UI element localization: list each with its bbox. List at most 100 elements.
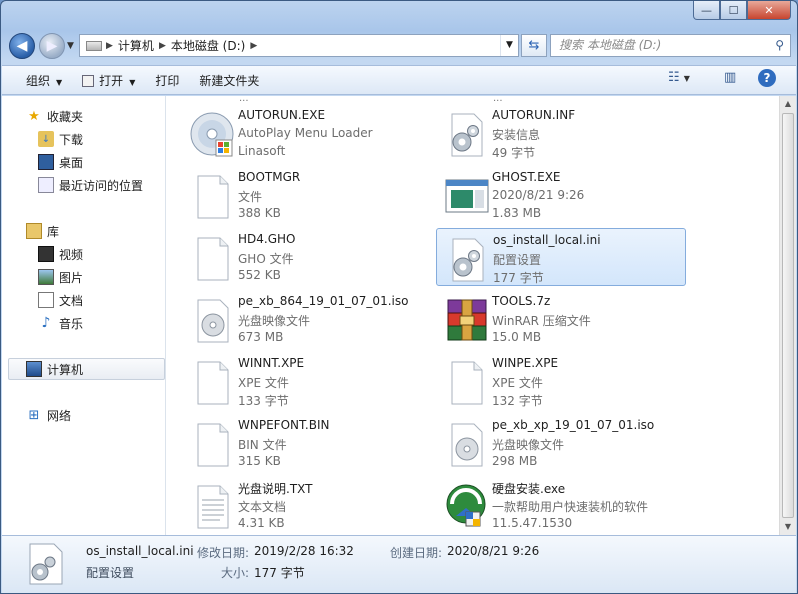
content-area: ★ 收藏夹 ↓ 下载 桌面 最近访问的位置 库 视频 图片 文档 ♪ 音乐 计算机 ⊞… (2, 96, 796, 535)
nav-desktop-label: 桌面 (59, 155, 84, 170)
nav-music[interactable]: ♪ 音乐 (38, 313, 83, 333)
application-window-icon (445, 179, 489, 213)
refresh-button[interactable]: ⇆ (521, 34, 547, 57)
file-size: 388 KB (238, 206, 281, 220)
details-modified-value: 2019/2/28 16:32 (254, 544, 354, 558)
blank-file-icon (197, 237, 229, 281)
forward-button[interactable]: ▶ (39, 33, 65, 59)
file-name: pe_xb_864_19_01_07_01.iso (238, 294, 409, 308)
address-bar[interactable]: ▶ 计算机 ▶ 本地磁盘 (D:) ▶ ▼ (79, 34, 519, 57)
minimize-button[interactable]: — (693, 1, 720, 20)
file-type: 安装信息 (492, 128, 541, 142)
text-file-icon (197, 485, 229, 529)
scroll-down-button[interactable]: ▼ (780, 519, 796, 535)
blank-file-icon (197, 175, 229, 219)
winrar-archive-icon (447, 299, 487, 341)
downloads-folder-icon: ↓ (38, 131, 54, 147)
new-folder-button[interactable]: 新建文件夹 (189, 72, 269, 89)
video-icon (38, 246, 54, 262)
address-dropdown[interactable]: ▼ (500, 35, 518, 56)
close-button[interactable]: ✕ (747, 1, 791, 20)
details-size-value: 177 字节 (254, 566, 305, 580)
print-button[interactable]: 打印 (145, 72, 189, 89)
nav-downloads[interactable]: ↓ 下载 (38, 129, 83, 149)
file-name: WINPE.XPE (492, 356, 559, 370)
file-type: 文本文档 (238, 500, 287, 514)
file-item[interactable]: WNPEFONT.BIN BIN 文件 315 KB (182, 414, 432, 472)
file-size: 298 MB (492, 454, 538, 468)
refresh-icon: ⇆ (528, 38, 540, 53)
file-item[interactable]: WINPE.XPE XPE 文件 132 字节 (436, 352, 686, 410)
vertical-scrollbar[interactable]: ▲ ▼ (779, 96, 796, 535)
nav-documents[interactable]: 文档 (38, 290, 83, 310)
file-name: AUTORUN.INF (492, 108, 576, 122)
file-item[interactable]: AUTORUN.EXE AutoPlay Menu Loader Linasoft (182, 104, 432, 162)
file-item[interactable]: pe_xb_xp_19_01_07_01.iso 光盘映像文件 298 MB (436, 414, 686, 472)
open-label: 打开 (99, 73, 124, 88)
scroll-thumb[interactable] (782, 113, 794, 518)
file-item[interactable]: 硬盘安装.exe 一款帮助用户快速装机的软件 11.5.47.1530 (436, 476, 686, 534)
breadcrumb-computer[interactable]: 计算机 (113, 37, 159, 54)
back-arrow-icon: ◀ (16, 38, 28, 54)
help-button[interactable]: ? (758, 69, 776, 91)
nav-network-label: 网络 (47, 408, 72, 423)
file-item[interactable]: BOOTMGR 文件 388 KB (182, 166, 432, 224)
maximize-button[interactable]: ☐ (720, 1, 747, 20)
file-name: GHOST.EXE (492, 170, 561, 184)
chevron-right-icon[interactable]: ▶ (106, 41, 113, 51)
search-placeholder: 搜索 本地磁盘 (D:) (559, 38, 662, 52)
details-file-name: os_install_local.ini (86, 544, 194, 558)
organize-menu[interactable]: 组织 ▼ (16, 72, 72, 89)
details-file-type: 配置设置 (86, 566, 135, 580)
details-pane: os_install_local.ini 配置设置 修改日期: 2019/2/2… (2, 535, 796, 593)
file-item[interactable]: os_install_local.ini 配置设置 177 字节 (436, 228, 686, 286)
nav-favorites[interactable]: ★ 收藏夹 (26, 106, 83, 126)
file-name: BOOTMGR (238, 170, 301, 184)
star-icon: ★ (28, 108, 40, 124)
breadcrumb-drive-d[interactable]: 本地磁盘 (D:) (166, 37, 250, 54)
file-name: 硬盘安装.exe (492, 482, 566, 496)
search-icon[interactable]: ⚲ (775, 35, 784, 56)
file-item[interactable]: AUTORUN.INF 安装信息 49 字节 (436, 104, 686, 162)
documents-icon (38, 292, 54, 308)
back-button[interactable]: ◀ (9, 33, 35, 59)
scroll-up-button[interactable]: ▲ (780, 96, 796, 112)
view-options-button[interactable]: ☷ ▼ (668, 70, 690, 92)
file-size: 133 字节 (238, 394, 289, 408)
chevron-down-icon: ▼ (683, 74, 690, 83)
open-button[interactable]: 打开 ▼ (72, 72, 145, 89)
file-item[interactable]: HD4.GHO GHO 文件 552 KB (182, 228, 432, 286)
nav-videos[interactable]: 视频 (38, 244, 83, 264)
file-type: 文件 (238, 190, 263, 204)
nav-pictures[interactable]: 图片 (38, 267, 83, 287)
file-list: ··· ··· AUTORUN.EXE AutoPlay Menu Loader L… (167, 96, 779, 535)
file-item[interactable]: pe_xb_864_19_01_07_01.iso 光盘映像文件 673 MB (182, 290, 432, 348)
nav-recent-places[interactable]: 最近访问的位置 (38, 175, 143, 195)
file-item[interactable]: WINNT.XPE XPE 文件 133 字节 (182, 352, 432, 410)
file-size: 177 字节 (493, 271, 544, 285)
chevron-down-icon: ▼ (56, 77, 63, 87)
desktop-icon (38, 154, 54, 170)
chevron-down-icon: ▼ (129, 77, 136, 87)
search-input[interactable]: 搜索 本地磁盘 (D:) ⚲ (550, 34, 791, 57)
view-icon: ☷ (668, 70, 680, 85)
nav-libraries[interactable]: 库 (26, 221, 59, 241)
chevron-right-icon[interactable]: ▶ (250, 41, 257, 51)
nav-desktop[interactable]: 桌面 (38, 152, 83, 172)
pictures-icon (38, 269, 54, 285)
navigation-pane: ★ 收藏夹 ↓ 下载 桌面 最近访问的位置 库 视频 图片 文档 ♪ 音乐 计算机 ⊞… (2, 96, 166, 535)
recent-pages-dropdown[interactable]: ▼ (67, 41, 74, 51)
settings-file-icon (452, 238, 484, 282)
preview-pane-button[interactable]: ▥ (724, 70, 736, 92)
file-item[interactable]: 光盘说明.TXT 文本文档 4.31 KB (182, 476, 432, 534)
file-item[interactable]: TOOLS.7z WinRAR 压缩文件 15.0 MB (436, 290, 686, 348)
caption-buttons: — ☐ ✕ (693, 1, 791, 20)
nav-network[interactable]: ⊞ 网络 (26, 405, 71, 425)
chevron-right-icon[interactable]: ▶ (159, 41, 166, 51)
autoplay-disc-icon (190, 112, 234, 157)
nav-computer[interactable]: 计算机 (26, 359, 83, 379)
nav-computer-label: 计算机 (47, 362, 84, 377)
command-bar: 组织 ▼ 打开 ▼ 打印 新建文件夹 ☷ ▼ ▥ ? (2, 65, 796, 95)
file-item[interactable]: GHOST.EXE 2020/8/21 9:26 1.83 MB (436, 166, 686, 224)
forward-arrow-icon: ▶ (46, 38, 58, 54)
